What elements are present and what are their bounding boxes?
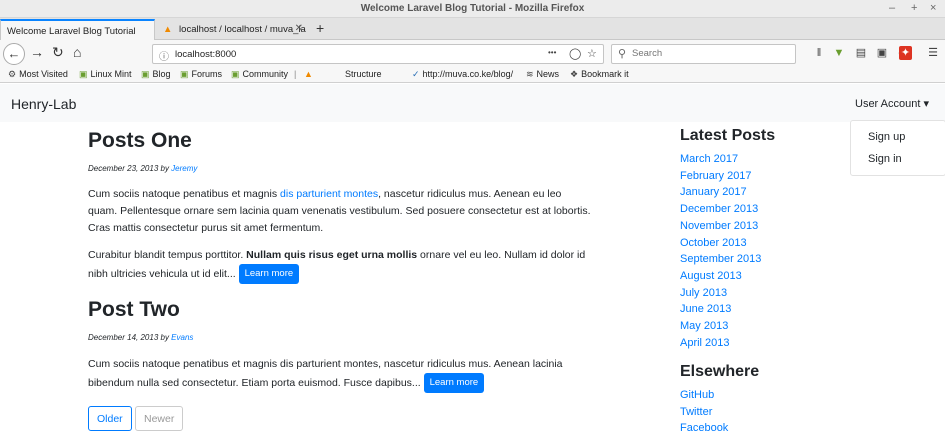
bookmark-linux-mint[interactable]: ▣ Linux Mint [79, 69, 132, 80]
page-actions-icon[interactable]: ••• [548, 48, 556, 57]
mint-icon: ▣ [141, 69, 150, 79]
check-icon: ✓ [412, 69, 420, 79]
window-titlebar: Welcome Laravel Blog Tutorial - Mozilla … [0, 0, 945, 18]
pocket-icon[interactable]: ◯ [569, 47, 581, 60]
close-window-button[interactable]: × [930, 2, 936, 14]
archive-link[interactable]: June 2013 [680, 303, 731, 315]
archive-link[interactable]: March 2017 [680, 153, 738, 165]
bookmark-star-icon[interactable]: ☆ [587, 47, 597, 60]
home-button[interactable]: ⌂ [73, 44, 81, 60]
archive-link[interactable]: January 2017 [680, 186, 747, 198]
author-link[interactable]: Evans [171, 333, 193, 342]
forward-button[interactable]: → [30, 44, 44, 60]
archive-link[interactable]: May 2013 [680, 320, 728, 332]
learn-more-button[interactable]: Learn more [238, 264, 300, 284]
inline-link[interactable]: dis parturient montes [280, 188, 378, 200]
new-tab-button[interactable]: + [316, 20, 324, 36]
site-navbar: Henry-Lab User Account ▾ [0, 84, 945, 122]
post-title[interactable]: Posts One [88, 129, 192, 153]
elsewhere-link[interactable]: Facebook [680, 422, 728, 434]
elsewhere-heading: Elsewhere [680, 363, 760, 380]
menu-icon[interactable]: ☰ [926, 46, 940, 60]
archive-link[interactable]: August 2013 [680, 270, 742, 282]
archive-link[interactable]: September 2013 [680, 253, 761, 265]
site-brand[interactable]: Henry-Lab [11, 96, 76, 112]
library-icon[interactable]: ‖ [812, 46, 826, 60]
maximize-button[interactable]: + [911, 2, 917, 14]
search-icon: ⚲ [618, 48, 627, 60]
window-title: Welcome Laravel Blog Tutorial - Mozilla … [360, 3, 585, 14]
mint-icon: ▣ [180, 69, 189, 79]
screenshot-icon[interactable]: ▣ [875, 46, 889, 60]
tab-bar: Welcome Laravel Blog Tutorial ▲ localhos… [0, 18, 945, 40]
page-content: Henry-Lab User Account ▾ Sign up Sign in… [0, 84, 945, 448]
tab-label: Welcome Laravel Blog Tutorial [7, 26, 136, 37]
url-text[interactable]: localhost:8000 [175, 49, 236, 60]
user-dropdown: Sign up Sign in [850, 120, 945, 176]
archive-link[interactable]: October 2013 [680, 237, 747, 249]
rss-icon: ≋ [526, 69, 534, 79]
tab-blog[interactable]: Welcome Laravel Blog Tutorial [0, 19, 155, 40]
learn-more-button[interactable]: Learn more [423, 373, 485, 393]
elsewhere-link[interactable]: Twitter [680, 406, 712, 418]
latest-posts-heading: Latest Posts [680, 127, 776, 144]
author-link[interactable]: Jeremy [171, 164, 197, 173]
bookmark-forums[interactable]: ▣ Forums [180, 69, 222, 80]
navigation-toolbar: ← → ↻ ⌂ ⓘ localhost:8000 ••• ◯ ☆ ⚲ ‖ ▼ ▤… [0, 40, 945, 68]
archive-link[interactable]: April 2013 [680, 337, 730, 349]
archive-link[interactable]: November 2013 [680, 220, 758, 232]
bookmark-structure[interactable]: Structure [345, 69, 382, 79]
post-paragraph: Cum sociis natoque penatibus et magnis d… [88, 356, 593, 393]
mint-icon: ▣ [79, 69, 88, 79]
bookmark-bookmark-it[interactable]: ❖ Bookmark it [570, 69, 629, 80]
info-icon[interactable]: ⓘ [159, 48, 169, 63]
bookmark-blog[interactable]: ▣ Blog [141, 69, 171, 80]
sign-up-link[interactable]: Sign up [868, 131, 905, 143]
gear-icon: ⚙ [8, 69, 17, 79]
bookmark-muva[interactable]: ✓ http://muva.co.ke/blog/ [412, 69, 513, 80]
post-paragraph: Cum sociis natoque penatibus et magnis d… [88, 188, 591, 234]
download-icon[interactable]: ▼ [832, 46, 846, 60]
bookmarks-toolbar: ⚙ Most Visited ▣ Linux Mint ▣ Blog ▣ Forums … [0, 68, 945, 83]
bookmark-community[interactable]: ▣ Community [231, 69, 288, 80]
post-meta: December 14, 2013 by Evans [88, 333, 194, 342]
archive-link[interactable]: December 2013 [680, 203, 758, 215]
close-tab-icon[interactable]: ✕ [295, 23, 303, 34]
post-meta: December 23, 2013 by Jeremy [88, 164, 198, 173]
mint-icon: ▣ [231, 69, 240, 79]
elsewhere-link[interactable]: GitHub [680, 389, 714, 401]
archive-link[interactable]: February 2017 [680, 170, 752, 182]
bookmark-most-visited[interactable]: ⚙ Most Visited [8, 69, 68, 80]
minimize-button[interactable]: – [889, 2, 895, 14]
post-paragraph: Curabitur blandit tempus porttitor. Null… [88, 247, 593, 284]
tab-phpmyadmin[interactable]: ▲ localhost / localhost / muva_la ✕ [157, 19, 309, 40]
phpmyadmin-icon: ▲ [163, 24, 173, 35]
archive-link[interactable]: July 2013 [680, 287, 727, 299]
post-title[interactable]: Post Two [88, 298, 180, 322]
url-bar[interactable]: ⓘ localhost:8000 ••• ◯ ☆ [152, 44, 604, 64]
newer-button[interactable]: Newer [135, 406, 184, 431]
bookmark-separator: | [294, 69, 297, 79]
tab-label: localhost / localhost / muva_la [179, 24, 306, 35]
back-button[interactable]: ← [3, 43, 25, 65]
reload-button[interactable]: ↻ [52, 44, 64, 61]
phpmyadmin-icon[interactable]: ▲ [304, 69, 313, 79]
sidebar-icon[interactable]: ▤ [854, 46, 868, 60]
pdf-extension-icon[interactable]: ✦ [899, 46, 912, 60]
sign-in-link[interactable]: Sign in [868, 153, 902, 165]
search-box[interactable]: ⚲ [611, 44, 796, 64]
search-input[interactable] [632, 48, 782, 59]
bookmark-icon: ❖ [570, 69, 579, 79]
bookmark-news[interactable]: ≋ News [526, 69, 559, 80]
user-account-menu[interactable]: User Account ▾ [855, 97, 929, 110]
older-button[interactable]: Older [88, 406, 132, 431]
